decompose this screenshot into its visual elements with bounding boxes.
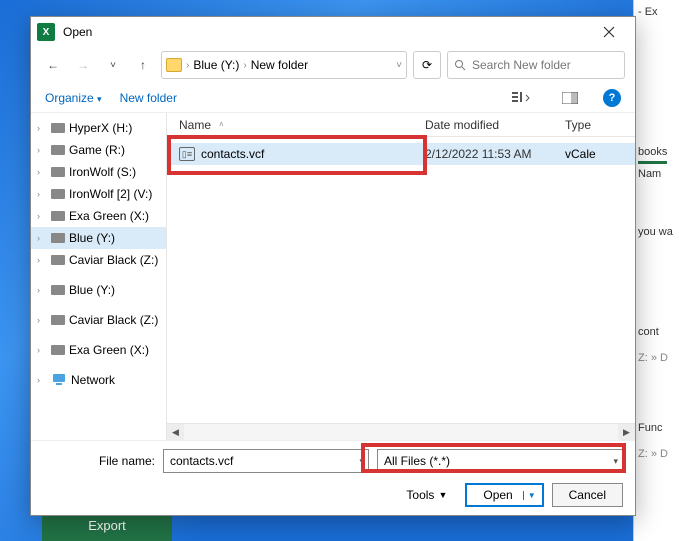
new-folder-button[interactable]: New folder — [120, 91, 177, 105]
tree-item-drive[interactable]: ›Exa Green (X:) — [31, 339, 166, 361]
forward-button[interactable]: → — [71, 53, 95, 77]
nav-row: ← → ˅ ↑ › Blue (Y:) › New folder ˅ ⟳ Sea… — [31, 47, 635, 83]
help-button[interactable]: ? — [603, 89, 621, 107]
chevron-right-icon: › — [37, 167, 47, 177]
chevron-right-icon: › — [37, 211, 47, 221]
column-type[interactable]: Type — [565, 118, 635, 132]
file-list: ▯≡contacts.vcf 2/12/2022 11:53 AM vCale — [167, 137, 635, 423]
chevron-right-icon: › — [37, 315, 47, 325]
tree-item-drive[interactable]: ›IronWolf (S:) — [31, 161, 166, 183]
drive-icon — [51, 145, 65, 155]
chevron-down-icon: ▾ — [97, 94, 102, 104]
search-input[interactable]: Search New folder — [447, 51, 625, 79]
chevron-right-icon: › — [186, 60, 189, 71]
file-type: vCale — [565, 147, 635, 161]
chevron-right-icon: › — [37, 233, 47, 243]
chevron-right-icon: › — [37, 145, 47, 155]
chevron-right-icon: › — [37, 255, 47, 265]
back-button[interactable]: ← — [41, 53, 65, 77]
open-button[interactable]: Open▼ — [465, 483, 543, 507]
file-row[interactable]: ▯≡contacts.vcf 2/12/2022 11:53 AM vCale — [167, 143, 635, 165]
preview-pane-button[interactable] — [555, 87, 585, 109]
drive-icon — [51, 123, 65, 133]
excel-icon: X — [37, 23, 55, 41]
dialog-footer: File name: contacts.vcf▾ All Files (*.*)… — [31, 440, 635, 515]
organize-menu[interactable]: Organize ▾ — [45, 91, 102, 105]
scroll-left-icon[interactable]: ◀ — [167, 424, 184, 441]
dialog-title: Open — [63, 25, 589, 39]
sort-indicator-icon: ˄ — [219, 120, 224, 129]
tree-item-drive[interactable]: ›Caviar Black (Z:) — [31, 309, 166, 331]
chevron-right-icon: › — [243, 60, 246, 71]
titlebar: X Open — [31, 17, 635, 47]
cancel-button[interactable]: Cancel — [552, 483, 623, 507]
view-options-button[interactable] — [507, 87, 537, 109]
breadcrumb-segment[interactable]: New folder — [251, 58, 308, 72]
tree-item-drive[interactable]: ›Game (R:) — [31, 139, 166, 161]
file-pane: Name˄ Date modified Type ▯≡contacts.vcf … — [167, 113, 635, 440]
folder-icon — [166, 58, 182, 72]
recent-locations-button[interactable]: ˅ — [101, 53, 125, 77]
chevron-right-icon: › — [37, 189, 47, 199]
background-app-strip: - Ex books Nam you wa cont Z: » D Func Z… — [633, 0, 679, 541]
open-split-dropdown[interactable]: ▼ — [523, 491, 536, 500]
chevron-right-icon: › — [37, 375, 47, 385]
search-placeholder: Search New folder — [472, 58, 571, 72]
chevron-down-icon[interactable]: ˅ — [396, 60, 402, 71]
chevron-right-icon: › — [37, 345, 47, 355]
tree-item-drive[interactable]: ›Exa Green (X:) — [31, 205, 166, 227]
tree-item-drive[interactable]: ›Blue (Y:) — [31, 227, 166, 249]
address-bar[interactable]: › Blue (Y:) › New folder ˅ — [161, 51, 407, 79]
toolbar: Organize ▾ New folder ? — [31, 83, 635, 113]
tools-menu[interactable]: Tools ▼ — [406, 488, 447, 502]
vcard-icon: ▯≡ — [179, 147, 195, 161]
tree-item-network[interactable]: › Network — [31, 369, 166, 391]
open-file-dialog: X Open ← → ˅ ↑ › Blue (Y:) › New folder … — [30, 16, 636, 516]
scroll-right-icon[interactable]: ▶ — [618, 424, 635, 441]
breadcrumb-segment[interactable]: Blue (Y:) — [193, 58, 239, 72]
filename-label: File name: — [43, 454, 155, 468]
tree-item-drive[interactable]: ›Blue (Y:) — [31, 279, 166, 301]
drive-icon — [51, 211, 65, 221]
up-button[interactable]: ↑ — [131, 53, 155, 77]
filetype-filter-combobox[interactable]: All Files (*.*)▾ — [377, 449, 623, 473]
refresh-button[interactable]: ⟳ — [413, 51, 441, 79]
dialog-body: ›HyperX (H:) ›Game (R:) ›IronWolf (S:) ›… — [31, 113, 635, 440]
column-headers: Name˄ Date modified Type — [167, 113, 635, 137]
drive-icon — [51, 189, 65, 199]
chevron-down-icon: ▼ — [438, 490, 447, 500]
drive-icon — [51, 315, 65, 325]
chevron-down-icon: ▾ — [613, 456, 618, 467]
tree-item-drive[interactable]: ›Caviar Black (Z:) — [31, 249, 166, 271]
tree-item-drive[interactable]: ›HyperX (H:) — [31, 117, 166, 139]
drive-icon — [51, 167, 65, 177]
file-date: 2/12/2022 11:53 AM — [425, 147, 565, 161]
search-icon — [454, 59, 466, 71]
drive-icon — [51, 255, 65, 265]
folder-tree: ›HyperX (H:) ›Game (R:) ›IronWolf (S:) ›… — [31, 113, 167, 440]
drive-icon — [51, 233, 65, 243]
drive-icon — [51, 285, 65, 295]
chevron-right-icon: › — [37, 285, 47, 295]
column-name[interactable]: Name˄ — [167, 118, 425, 132]
horizontal-scrollbar[interactable]: ◀ ▶ — [167, 423, 635, 440]
column-date[interactable]: Date modified — [425, 118, 565, 132]
tree-item-drive[interactable]: ›IronWolf [2] (V:) — [31, 183, 166, 205]
network-icon — [51, 373, 67, 387]
chevron-down-icon: ▾ — [359, 456, 364, 467]
chevron-right-icon: › — [37, 123, 47, 133]
drive-icon — [51, 345, 65, 355]
filename-combobox[interactable]: contacts.vcf▾ — [163, 449, 369, 473]
close-button[interactable] — [589, 17, 629, 47]
